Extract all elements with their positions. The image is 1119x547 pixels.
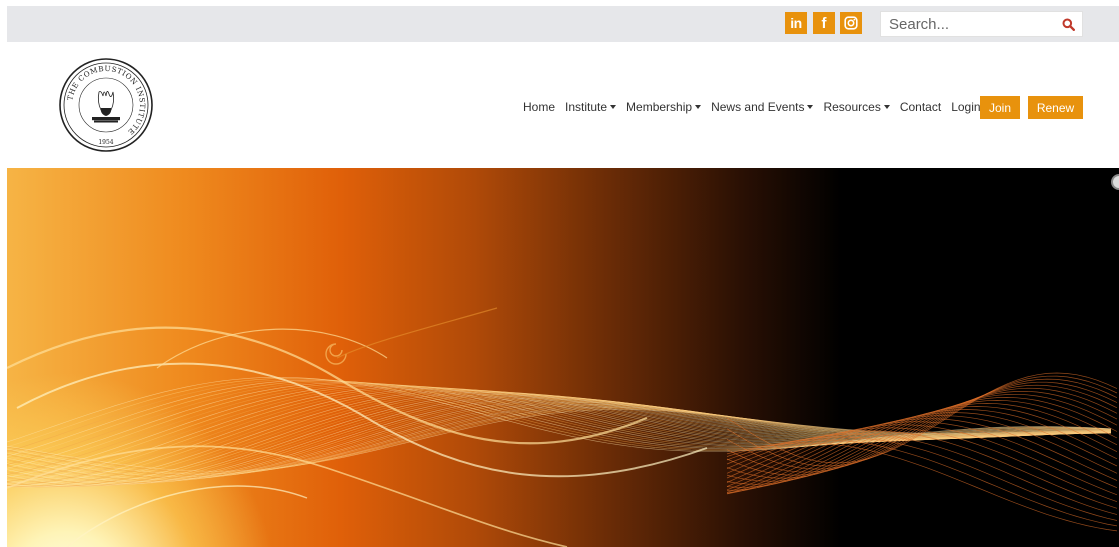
- nav-login-label: Login: [951, 100, 981, 114]
- nav-institute-label: Institute: [565, 100, 608, 114]
- instagram-glyph: [844, 16, 858, 30]
- seal-logo-icon: THE COMBUSTION INSTITUTE 1954: [59, 58, 153, 152]
- nav-news-label: News and Events: [711, 100, 805, 114]
- top-utility-bar: in f: [7, 6, 1119, 42]
- search-icon: [1062, 18, 1075, 31]
- page: in f Search... THE COMBUSTION INSTITUTE …: [0, 0, 1119, 547]
- nav-home-label: Home: [523, 100, 556, 114]
- nav-resources[interactable]: Resources: [823, 100, 890, 114]
- nav-home[interactable]: Home: [523, 100, 555, 114]
- nav-contact[interactable]: Contact: [900, 100, 941, 114]
- nav-news-and-events[interactable]: News and Events: [711, 100, 814, 114]
- nav-institute[interactable]: Institute: [565, 100, 617, 114]
- renew-button[interactable]: Renew: [1028, 96, 1083, 119]
- combustion-institute-logo[interactable]: THE COMBUSTION INSTITUTE 1954: [57, 56, 155, 154]
- nav-resources-label: Resources: [823, 100, 881, 114]
- main-nav: Home Institute Membership News and Event…: [523, 96, 991, 118]
- caret-down-icon: [883, 105, 890, 109]
- nav-login[interactable]: Login: [951, 100, 980, 114]
- search-input[interactable]: [881, 12, 1059, 36]
- search-box: [880, 11, 1083, 37]
- hero-wave-artwork: [7, 307, 1118, 547]
- join-button[interactable]: Join: [980, 96, 1020, 119]
- left-margin-strip: [0, 0, 7, 547]
- instagram-icon[interactable]: [840, 12, 862, 34]
- caret-down-icon: [807, 105, 814, 109]
- nav-membership-label: Membership: [626, 100, 693, 114]
- caret-down-icon: [610, 105, 617, 109]
- hero-banner: [7, 168, 1119, 547]
- linkedin-icon[interactable]: in: [785, 12, 807, 34]
- nav-membership[interactable]: Membership: [626, 100, 702, 114]
- site-header: THE COMBUSTION INSTITUTE 1954 Home Insti…: [7, 42, 1119, 168]
- svg-text:1954: 1954: [98, 139, 113, 146]
- caret-down-icon: [695, 105, 702, 109]
- facebook-icon[interactable]: f: [813, 12, 835, 34]
- nav-contact-label: Contact: [899, 100, 942, 114]
- search-button[interactable]: [1056, 12, 1080, 36]
